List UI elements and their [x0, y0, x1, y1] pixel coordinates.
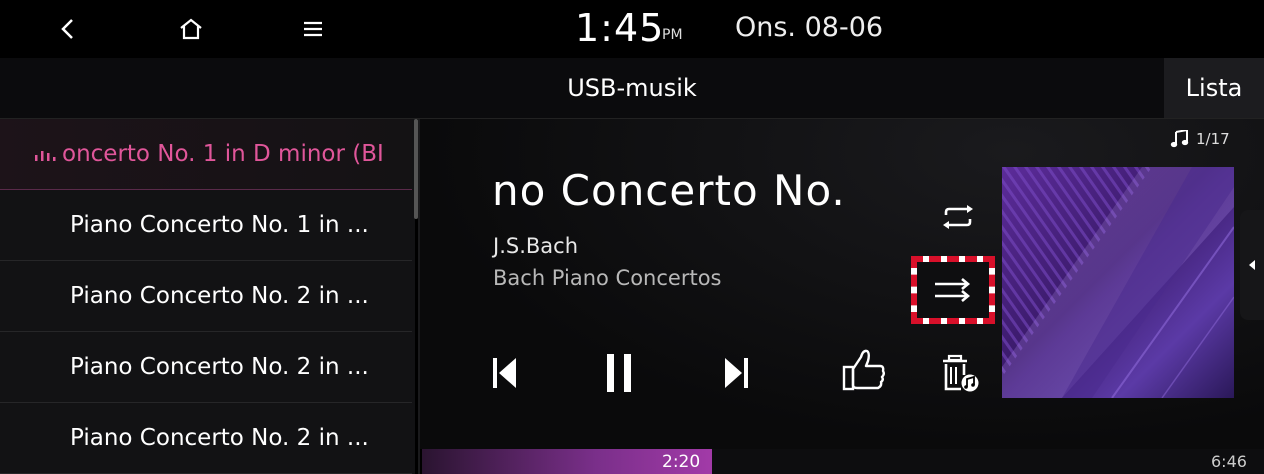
skip-previous-icon [493, 358, 516, 388]
playlist-item-label: Piano Concerto No. 1 in ... [70, 212, 369, 238]
album-art [1002, 167, 1234, 398]
playlist-item-active[interactable]: oncerto No. 1 in D minor (BI [0, 119, 412, 190]
thumbs-up-icon [842, 349, 885, 391]
menu-icon [304, 21, 322, 37]
side-panel-tab[interactable] [1240, 210, 1264, 320]
previous-button[interactable] [480, 348, 530, 398]
skip-next-icon [725, 358, 748, 388]
clock-time: 1:45 [575, 6, 665, 50]
pause-icon [607, 354, 631, 392]
track-counter: 1/17 [1170, 130, 1230, 148]
playlist-item-label: Piano Concerto No. 2 in ... [70, 283, 369, 309]
list-item[interactable]: Piano Concerto No. 2 in ... [0, 403, 412, 474]
list-item[interactable]: Piano Concerto No. 2 in ... [0, 332, 412, 403]
chevron-left-small-icon [1249, 260, 1255, 270]
delete-button[interactable] [936, 348, 986, 398]
playlist-item-label: oncerto No. 1 in D minor (BI [62, 141, 384, 167]
list-item[interactable]: Piano Concerto No. 2 in ... [0, 261, 412, 332]
home-button[interactable] [176, 14, 206, 44]
back-button[interactable] [53, 14, 83, 44]
album-name: Bach Piano Concertos [493, 266, 722, 290]
list-button[interactable]: Lista [1164, 58, 1264, 118]
date-label: Ons. 08-06 [735, 12, 884, 43]
music-note-icon [1170, 130, 1189, 148]
next-button[interactable] [711, 348, 761, 398]
shuffle-button-inner [917, 262, 989, 318]
chevron-left-icon [61, 19, 73, 39]
like-button[interactable] [836, 342, 892, 398]
list-item[interactable]: Piano Concerto No. 1 in ... [0, 190, 412, 261]
shuffle-icon [935, 278, 971, 302]
artist-name: J.S.Bach [493, 234, 579, 258]
repeat-icon [943, 205, 973, 229]
album-art-graphic [1002, 167, 1234, 398]
track-position: 1/17 [1196, 130, 1230, 148]
repeat-button[interactable] [933, 197, 983, 237]
equalizer-icon [35, 151, 56, 161]
menu-button[interactable] [298, 14, 328, 44]
playlist-item-label: Piano Concerto No. 2 in ... [70, 425, 369, 451]
delete-icon [943, 354, 979, 392]
page-title: USB-musik [567, 74, 697, 102]
song-title: no Concerto No. [492, 166, 846, 215]
total-duration: 6:46 [1211, 452, 1247, 471]
playlist: oncerto No. 1 in D minor (BI Piano Conce… [0, 119, 415, 474]
home-icon [180, 18, 202, 40]
pause-button[interactable] [594, 345, 644, 401]
elapsed-time: 2:20 [662, 452, 701, 472]
playlist-item-label: Piano Concerto No. 2 in ... [70, 354, 369, 380]
shuffle-button[interactable] [911, 256, 995, 324]
clock-ampm: PM [662, 27, 683, 43]
